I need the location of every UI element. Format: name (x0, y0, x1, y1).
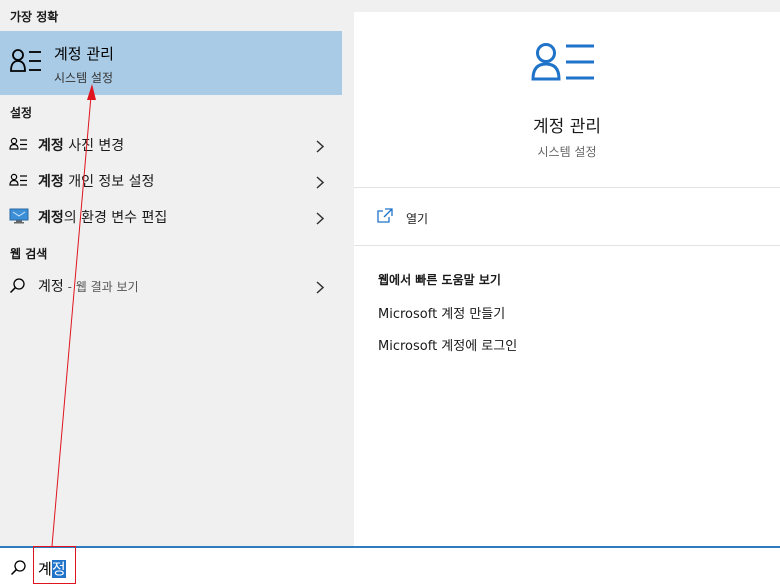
search-icon (9, 277, 27, 299)
best-match-header: 가장 정확 (10, 10, 59, 24)
chevron-right-icon (316, 279, 325, 298)
chevron-right-icon (316, 174, 325, 193)
annotation-highlight-box (33, 546, 76, 584)
item-label: 개인 정보 설정 (63, 174, 155, 190)
preview-panel: 계정 관리 시스템 설정 열기 웹에서 빠른 도움말 보기 Microsoft … (354, 12, 780, 548)
chevron-right-icon (316, 138, 325, 157)
item-bold-term: 계정 (38, 138, 64, 154)
person-list-icon (9, 136, 29, 156)
web-search-item[interactable]: 계정 - 웹 결과 보기 (0, 267, 342, 303)
results-panel: 가장 정확 계정 관리 시스템 설정 설정 계정 사진 변경 계정 개인 정보 … (0, 0, 342, 548)
link-create-account[interactable]: Microsoft 계정 만들기 (378, 303, 505, 322)
settings-item-env-vars[interactable]: 계정의 환경 변수 편집 (0, 198, 342, 234)
monitor-icon (9, 208, 29, 228)
search-icon (10, 559, 28, 581)
settings-item-change-photo[interactable]: 계정 사진 변경 (0, 126, 342, 162)
web-search-header: 웹 검색 (10, 247, 48, 261)
person-list-icon (9, 172, 29, 192)
search-bar[interactable]: 계정 (0, 546, 780, 587)
divider (354, 245, 780, 246)
chevron-right-icon (316, 210, 325, 229)
settings-item-privacy[interactable]: 계정 개인 정보 설정 (0, 162, 342, 198)
open-external-icon (376, 208, 394, 228)
web-help-title: 웹에서 빠른 도움말 보기 (378, 273, 501, 287)
divider (354, 187, 780, 188)
best-match-title: 계정 관리 (54, 45, 114, 63)
settings-header: 설정 (10, 106, 33, 120)
item-bold-term: 계정 (38, 174, 64, 190)
best-match-result[interactable]: 계정 관리 시스템 설정 (0, 31, 342, 95)
web-query: 계정 (38, 279, 64, 295)
person-list-icon (530, 42, 596, 86)
person-list-icon (9, 45, 43, 83)
item-label: 사진 변경 (63, 138, 125, 154)
item-bold-term: 계정 (38, 210, 64, 226)
best-match-subtitle: 시스템 설정 (54, 71, 114, 85)
web-result-label: - 웹 결과 보기 (63, 280, 139, 294)
open-label: 열기 (406, 212, 429, 226)
preview-subtitle: 시스템 설정 (537, 145, 597, 159)
preview-title: 계정 관리 (533, 117, 601, 137)
item-label: 의 환경 변수 편집 (63, 210, 168, 226)
link-sign-in[interactable]: Microsoft 계정에 로그인 (378, 335, 517, 354)
